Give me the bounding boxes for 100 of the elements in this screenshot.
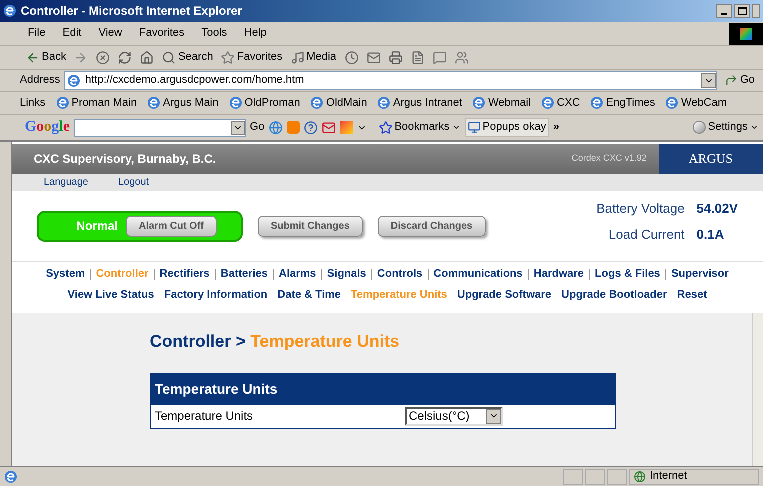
menu-item[interactable]: View (98, 25, 122, 42)
ie-icon (590, 96, 604, 110)
ie-icon (665, 96, 680, 110)
caret-icon (452, 123, 461, 132)
status-pane (607, 468, 627, 484)
ie-icon (56, 96, 70, 110)
top-link[interactable]: Logout (118, 175, 150, 190)
search-icon (162, 50, 176, 64)
printer-icon[interactable] (388, 50, 403, 64)
address-field[interactable]: http://cxcdemo.argusdcpower.com/home.htm (64, 71, 718, 90)
link-item[interactable]: CXC (541, 94, 580, 112)
status-label: Normal (76, 218, 118, 235)
setting-label: Temperature Units (155, 408, 254, 425)
link-item[interactable]: OldProman (228, 94, 300, 112)
nav-link[interactable]: Rectifiers (160, 266, 210, 282)
more-button[interactable]: » (553, 119, 560, 136)
nav-link[interactable]: Reset (677, 286, 708, 303)
version-label: Cordex CXC v1.92 (572, 152, 648, 166)
panel-title: Temperature Units (155, 380, 278, 399)
messenger-icon[interactable] (454, 50, 469, 64)
maximize-button[interactable] (734, 4, 750, 18)
link-item[interactable]: Webmail (472, 94, 532, 112)
reading-label: Battery Voltage (596, 200, 685, 218)
zone-label: Internet (650, 469, 688, 484)
nav-link[interactable]: Communications (434, 266, 523, 282)
mail-icon[interactable] (322, 120, 336, 134)
nav-link[interactable]: Logs & Files (595, 266, 660, 282)
links-label: Links (20, 96, 46, 111)
home-icon[interactable] (140, 50, 154, 64)
brand-logo: ARGUS (658, 144, 763, 174)
minimize-button[interactable] (716, 4, 732, 18)
top-link[interactable]: Language (44, 175, 88, 190)
globe-icon (634, 470, 646, 482)
link-item[interactable]: Argus Intranet (377, 94, 462, 112)
link-item[interactable]: OldMain (310, 94, 368, 112)
alarm-cut-off-button[interactable]: Alarm Cut Off (126, 216, 217, 236)
document-icon[interactable] (410, 50, 425, 64)
ie-icon (67, 74, 82, 88)
scrollbar[interactable] (752, 313, 763, 466)
toolbar-button[interactable]: Favorites (221, 49, 283, 66)
forward-arrow-icon[interactable] (74, 50, 88, 64)
mail-icon[interactable] (366, 50, 381, 64)
nav-link[interactable]: Alarms (279, 266, 316, 282)
monitor-icon (468, 121, 481, 134)
settings-button[interactable]: Settings (693, 119, 759, 136)
nav-link[interactable]: Batteries (220, 266, 268, 282)
refresh-icon[interactable] (118, 50, 132, 64)
window-title: Controller - Microsoft Internet Explorer (21, 3, 244, 20)
caret-icon (750, 123, 759, 132)
nav-link[interactable]: Controls (377, 266, 423, 282)
menu-item[interactable]: Tools (202, 25, 228, 42)
dropdown-icon (701, 73, 716, 88)
ie-icon (310, 96, 324, 110)
nav-link[interactable]: Factory Information (164, 286, 268, 303)
nav-link[interactable]: Upgrade Software (457, 286, 552, 303)
go-arrow-icon (725, 74, 738, 87)
discuss-icon[interactable] (432, 50, 447, 64)
google-search-field[interactable] (74, 118, 246, 136)
link-item[interactable]: Proman Main (56, 94, 138, 112)
dropdown-icon (486, 408, 501, 424)
media-icon (290, 50, 305, 64)
nav-link[interactable]: Hardware (534, 266, 584, 282)
toolbar-button[interactable]: Search (162, 49, 214, 66)
address-label: Address (20, 73, 60, 88)
nav-link[interactable]: Upgrade Bootloader (562, 286, 668, 303)
nav-link[interactable]: Supervisor (671, 266, 729, 282)
ie-icon (541, 96, 556, 110)
bookmarks-button[interactable]: Bookmarks (378, 119, 461, 136)
site-title: CXC Supervisory, Burnaby, B.C. (33, 151, 218, 168)
status-pane (563, 468, 583, 484)
globe-icon[interactable] (268, 120, 283, 134)
status-pane (585, 468, 605, 484)
toolbar-button[interactable]: Media (290, 49, 337, 66)
action-button[interactable]: Discard Changes (378, 216, 486, 236)
action-button[interactable]: Submit Changes (258, 216, 363, 236)
ie-icon (377, 96, 392, 110)
ie-icon (147, 96, 162, 110)
go-button[interactable]: Go (721, 72, 759, 89)
reading-value: 54.02V (696, 200, 738, 218)
link-item[interactable]: EngTimes (590, 94, 656, 112)
unit-select[interactable]: Celsius(°C) (405, 406, 503, 426)
nav-link[interactable]: View Live Status (68, 286, 154, 303)
nav-link[interactable]: System (46, 266, 86, 282)
link-item[interactable]: Argus Main (147, 94, 219, 112)
menu-item[interactable]: File (28, 25, 46, 42)
nav-link[interactable]: Signals (327, 266, 366, 282)
nav-link[interactable]: Date & Time (278, 286, 342, 303)
menu-item[interactable]: Favorites (139, 25, 185, 42)
popups-button[interactable]: Popups okay (464, 118, 550, 137)
menu-item[interactable]: Help (244, 25, 267, 42)
breadcrumb: Controller > Temperature Units (150, 331, 401, 353)
history-icon[interactable] (344, 50, 359, 64)
link-item[interactable]: WebCam (665, 94, 728, 112)
page-icon (4, 470, 18, 484)
stop-icon[interactable] (96, 50, 110, 64)
menu-item[interactable]: Edit (62, 25, 82, 42)
toolbar-button[interactable]: Back (26, 49, 66, 66)
go-button[interactable]: Go (250, 119, 265, 136)
dropdown-icon (231, 120, 246, 134)
help-icon[interactable] (304, 120, 318, 134)
